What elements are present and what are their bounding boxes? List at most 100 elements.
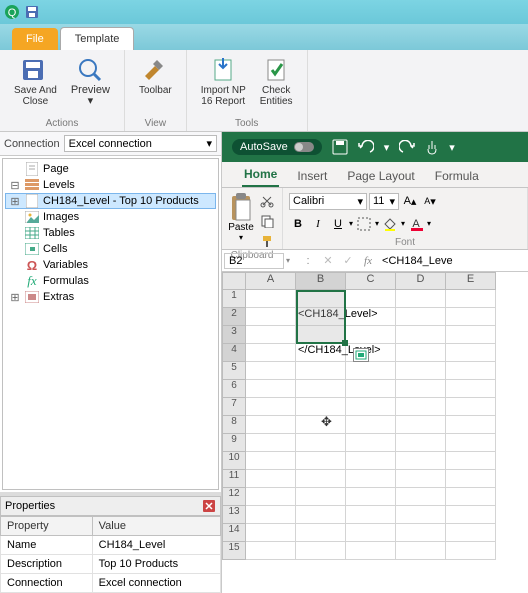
fill-handle[interactable] xyxy=(342,340,348,346)
underline-button[interactable]: U xyxy=(329,215,347,233)
cell[interactable] xyxy=(396,326,446,344)
cell[interactable] xyxy=(346,524,396,542)
cell[interactable] xyxy=(446,452,496,470)
cell[interactable] xyxy=(396,434,446,452)
cell[interactable] xyxy=(346,434,396,452)
copy-icon[interactable] xyxy=(258,212,276,230)
bold-button[interactable]: B xyxy=(289,215,307,233)
cell[interactable]: </CH184_Level> xyxy=(296,344,346,362)
cell[interactable] xyxy=(246,506,296,524)
excel-tab-formulas[interactable]: Formula xyxy=(433,165,481,187)
cell[interactable] xyxy=(346,506,396,524)
preview-button[interactable]: Preview▾ xyxy=(65,54,116,109)
smart-tag-icon[interactable] xyxy=(353,348,369,362)
paste-button[interactable]: Paste ▾ xyxy=(228,192,254,250)
cell[interactable] xyxy=(246,542,296,560)
connection-select[interactable]: Excel connection▾ xyxy=(64,135,217,152)
tree-extras[interactable]: ⊞Extras xyxy=(5,289,216,305)
cell[interactable] xyxy=(296,290,346,308)
cell[interactable] xyxy=(446,434,496,452)
save-icon[interactable] xyxy=(24,4,40,20)
cell[interactable] xyxy=(296,326,346,344)
cell[interactable] xyxy=(346,290,396,308)
tree-level-ch184[interactable]: ⊞CH184_Level - Top 10 Products xyxy=(5,193,216,209)
tree-formulas[interactable]: fxFormulas xyxy=(5,273,216,289)
cell[interactable] xyxy=(446,326,496,344)
row-header[interactable]: 15 xyxy=(222,542,246,560)
cell[interactable] xyxy=(446,470,496,488)
cell[interactable] xyxy=(396,398,446,416)
cell[interactable] xyxy=(446,308,496,326)
cell[interactable] xyxy=(446,524,496,542)
row-header[interactable]: 9 xyxy=(222,434,246,452)
cell[interactable] xyxy=(296,470,346,488)
undo-icon[interactable] xyxy=(358,140,374,154)
tree-page[interactable]: Page xyxy=(5,161,216,177)
increase-font-icon[interactable]: A▴ xyxy=(401,192,419,210)
excel-tab-home[interactable]: Home xyxy=(242,163,279,187)
close-icon[interactable] xyxy=(202,499,216,513)
cell[interactable] xyxy=(346,398,396,416)
cell[interactable] xyxy=(446,380,496,398)
border-icon[interactable] xyxy=(355,215,373,233)
save-and-close-button[interactable]: Save And Close xyxy=(8,54,63,109)
font-color-icon[interactable]: A xyxy=(407,215,425,233)
cell[interactable] xyxy=(296,452,346,470)
touch-icon[interactable] xyxy=(425,139,439,155)
cell[interactable] xyxy=(246,290,296,308)
row-header[interactable]: 1 xyxy=(222,290,246,308)
excel-tab-page-layout[interactable]: Page Layout xyxy=(345,165,416,187)
cell[interactable] xyxy=(446,488,496,506)
tree-levels[interactable]: ⊟Levels xyxy=(5,177,216,193)
check-entities-button[interactable]: Check Entities xyxy=(254,54,299,109)
cell[interactable] xyxy=(296,542,346,560)
cell[interactable] xyxy=(246,434,296,452)
cell[interactable] xyxy=(246,470,296,488)
cell[interactable] xyxy=(246,488,296,506)
chevron-down-icon[interactable]: ▾ xyxy=(449,141,455,154)
cell[interactable] xyxy=(246,524,296,542)
cell[interactable] xyxy=(396,524,446,542)
cell[interactable] xyxy=(346,362,396,380)
tree-variables[interactable]: ΩVariables xyxy=(5,257,216,273)
column-header[interactable]: C xyxy=(346,272,396,290)
cell[interactable]: <CH184_Level> xyxy=(296,308,346,326)
cell[interactable] xyxy=(396,452,446,470)
format-painter-icon[interactable] xyxy=(258,232,276,250)
row-header[interactable]: 3 xyxy=(222,326,246,344)
row-header[interactable]: 5 xyxy=(222,362,246,380)
cell[interactable] xyxy=(446,398,496,416)
cell[interactable] xyxy=(396,362,446,380)
cell[interactable] xyxy=(246,344,296,362)
chevron-down-icon[interactable]: ▾ xyxy=(384,141,390,154)
cell[interactable] xyxy=(296,488,346,506)
cell[interactable] xyxy=(396,542,446,560)
tab-template[interactable]: Template xyxy=(60,27,135,50)
tree-images[interactable]: Images xyxy=(5,209,216,225)
row-header[interactable]: 6 xyxy=(222,380,246,398)
cell[interactable] xyxy=(246,398,296,416)
cell[interactable] xyxy=(296,434,346,452)
font-size-select[interactable]: 11 ▾ xyxy=(369,193,399,210)
row-header[interactable]: 14 xyxy=(222,524,246,542)
italic-button[interactable]: I xyxy=(309,215,327,233)
cell[interactable] xyxy=(246,326,296,344)
confirm-icon[interactable]: ✓ xyxy=(338,254,358,267)
cut-icon[interactable] xyxy=(258,192,276,210)
column-header[interactable]: B xyxy=(296,272,346,290)
row-header[interactable]: 8 xyxy=(222,416,246,434)
row-header[interactable]: 4 xyxy=(222,344,246,362)
cell[interactable] xyxy=(446,344,496,362)
row-header[interactable]: 2 xyxy=(222,308,246,326)
select-all-cell[interactable] xyxy=(222,272,246,290)
cell[interactable] xyxy=(246,452,296,470)
spreadsheet[interactable]: ABCDE 12<CH184_Level>34</CH184_Level>567… xyxy=(222,272,528,560)
row-header[interactable]: 12 xyxy=(222,488,246,506)
cell[interactable] xyxy=(446,542,496,560)
cell[interactable] xyxy=(446,506,496,524)
column-header[interactable]: A xyxy=(246,272,296,290)
save-icon[interactable] xyxy=(332,139,348,155)
cell[interactable] xyxy=(396,416,446,434)
cell[interactable] xyxy=(396,380,446,398)
cell[interactable] xyxy=(396,506,446,524)
